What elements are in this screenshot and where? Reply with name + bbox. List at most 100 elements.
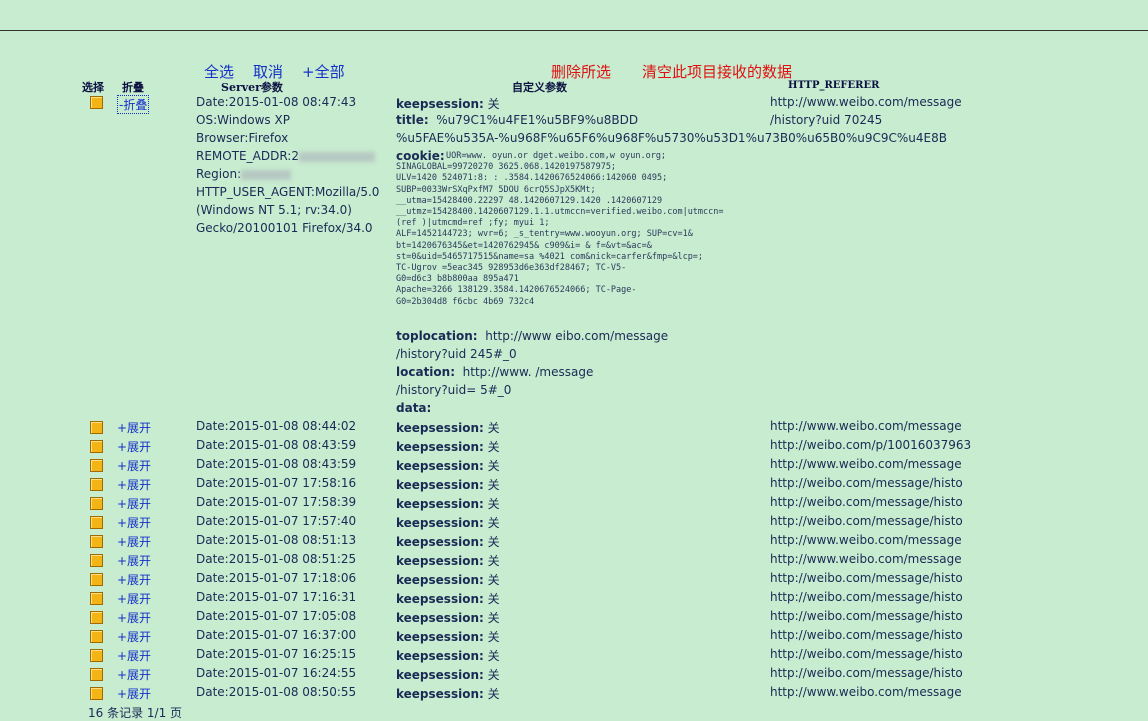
row-date: Date:2015-01-08 08:50:55 [196,685,357,699]
header-server-params: Server参数 [221,81,283,94]
cookie-line: Apache=3266 138129.3584.1420676524066; T… [396,285,637,296]
expand-toggle[interactable]: +展开 [117,666,151,683]
show-all-link[interactable]: +全部 [302,61,345,82]
expand-toggle[interactable]: +展开 [117,438,151,455]
cookie-line: TC-Ugrov =5eac345 928953d6e363df28467; T… [396,263,627,274]
row-referer: http://weibo.com/p/10016037963 [770,438,972,452]
expand-toggle[interactable]: +展开 [117,647,151,664]
server-user-agent-2: (Windows NT 5.1; rv:34.0) [196,203,352,217]
expand-toggle[interactable]: +展开 [117,571,151,588]
record-checkbox[interactable] [90,687,103,700]
row-keepsession: keepsession: 关 [396,590,500,607]
keepsession-value: 关 [487,97,500,111]
expand-toggle[interactable]: +展开 [117,552,151,569]
row-date: Date:2015-01-07 17:05:08 [196,609,357,623]
keepsession-value: 关 [487,611,500,625]
expand-toggle[interactable]: +展开 [117,609,151,626]
collapse-toggle[interactable]: -折叠 [117,95,150,114]
cookie-line: SINAGLOBAL=99720270 3625.068.14201975879… [396,162,617,173]
record-checkbox[interactable] [90,440,103,453]
row-referer: http://weibo.com/message/histo [770,609,963,623]
keepsession-label: keepsession: [396,535,484,549]
custom-toplocation: toplocation: http://www eibo.com/message [396,329,668,343]
keepsession-label: keepsession: [396,649,484,663]
cookie-line: st=0&uid=5465717515&name=sa %4021 com&ni… [396,251,704,262]
row-referer: http://www.weibo.com/message [770,457,962,471]
referer-line2: /history?uid 70245 [770,113,883,127]
cookie-line: G0=d6c3 b8b800aa 895a471 [396,274,519,285]
row-referer: http://weibo.com/message/histo [770,590,963,604]
cookie-line: ALF=1452144723; wvr=6; _s_tentry=www.woo… [396,229,693,240]
data-label: data: [396,401,432,415]
server-remote-addr-text: REMOTE_ADDR:2 [196,149,299,163]
record-checkbox[interactable] [90,554,103,567]
record-checkbox[interactable] [90,573,103,586]
row-date: Date:2015-01-08 08:51:25 [196,552,357,566]
cookie-line: G0=2b304d8 f6cbc 4b69 732c4 [396,296,535,307]
expand-toggle[interactable]: +展开 [117,628,151,645]
toplocation-line2: /history?uid 245#_0 [396,347,517,361]
row-date: Date:2015-01-07 16:25:15 [196,647,357,661]
record-checkbox[interactable] [90,459,103,472]
keepsession-value: 关 [487,478,500,492]
server-browser: Browser:Firefox [196,131,289,145]
cookie-line: SUBP=0033WrSXqPxfM7 5DOU 6crQ5SJpX5KMt; [396,184,596,195]
keepsession-value: 关 [487,687,500,701]
row-keepsession: keepsession: 关 [396,495,500,512]
keepsession-label: keepsession: [396,554,484,568]
header-select: 选择 [82,81,104,94]
record-checkbox[interactable] [90,421,103,434]
expand-toggle[interactable]: +展开 [117,514,151,531]
keepsession-value: 关 [487,497,500,511]
toplocation-label: toplocation: [396,329,478,343]
record-checkbox[interactable] [90,516,103,529]
row-keepsession: keepsession: 关 [396,571,500,588]
cookie-line: __utmz=15428400.1420607129.1.1.utmccn=ve… [396,207,724,218]
row-date: Date:2015-01-08 08:43:59 [196,457,357,471]
server-user-agent-3: Gecko/20100101 Firefox/34.0 [196,221,373,235]
expand-toggle[interactable]: +展开 [117,590,151,607]
record-checkbox[interactable] [90,497,103,510]
expand-toggle[interactable]: +展开 [117,457,151,474]
redaction-blur [241,169,292,180]
expand-toggle[interactable]: +展开 [117,685,151,702]
row-date: Date:2015-01-08 08:44:02 [196,419,357,433]
record-checkbox[interactable] [90,96,103,109]
expand-toggle[interactable]: +展开 [117,533,151,550]
row-referer: http://weibo.com/message/histo [770,495,963,509]
row-keepsession: keepsession: 关 [396,533,500,550]
row-referer: http://weibo.com/message/histo [770,571,963,585]
row-date: Date:2015-01-07 17:18:06 [196,571,357,585]
record-checkbox[interactable] [90,630,103,643]
custom-title-line2: %u5FAE%u535A-%u968F%u65F6%u968F%u5730%u5… [396,131,947,145]
row-date: Date:2015-01-07 16:37:00 [196,628,357,642]
referer-line1: http://www.weibo.com/message [770,95,962,109]
cookie-line: ULV=1420 524071:8: : .3584.1420676524066… [396,173,668,184]
keepsession-label: keepsession: [396,478,484,492]
record-checkbox[interactable] [90,478,103,491]
row-referer: http://weibo.com/message/histo [770,628,963,642]
expand-toggle[interactable]: +展开 [117,495,151,512]
record-checkbox[interactable] [90,668,103,681]
record-checkbox[interactable] [90,611,103,624]
keepsession-value: 关 [487,516,500,530]
row-keepsession: keepsession: 关 [396,666,500,683]
record-checkbox[interactable] [90,649,103,662]
keepsession-value: 关 [487,421,500,435]
server-user-agent: HTTP_USER_AGENT:Mozilla/5.0 [196,185,380,199]
row-keepsession: keepsession: 关 [396,514,500,531]
row-referer: http://weibo.com/message/histo [770,514,963,528]
row-referer: http://weibo.com/message/histo [770,666,963,680]
record-checkbox[interactable] [90,535,103,548]
toplocation-value: http://www eibo.com/message [485,329,669,343]
expand-toggle[interactable]: +展开 [117,419,151,436]
clear-project-data-link[interactable]: 清空此项目接收的数据 [642,61,792,82]
header-http-referer: HTTP_REFERER [788,80,880,91]
keepsession-value: 关 [487,535,500,549]
custom-title: title: %u79C1%u4FE1%u5BF9%u8BDD [396,113,638,127]
expand-toggle[interactable]: +展开 [117,476,151,493]
row-keepsession: keepsession: 关 [396,609,500,626]
keepsession-label: keepsession: [396,497,484,511]
record-checkbox[interactable] [90,592,103,605]
top-divider [0,30,1148,31]
